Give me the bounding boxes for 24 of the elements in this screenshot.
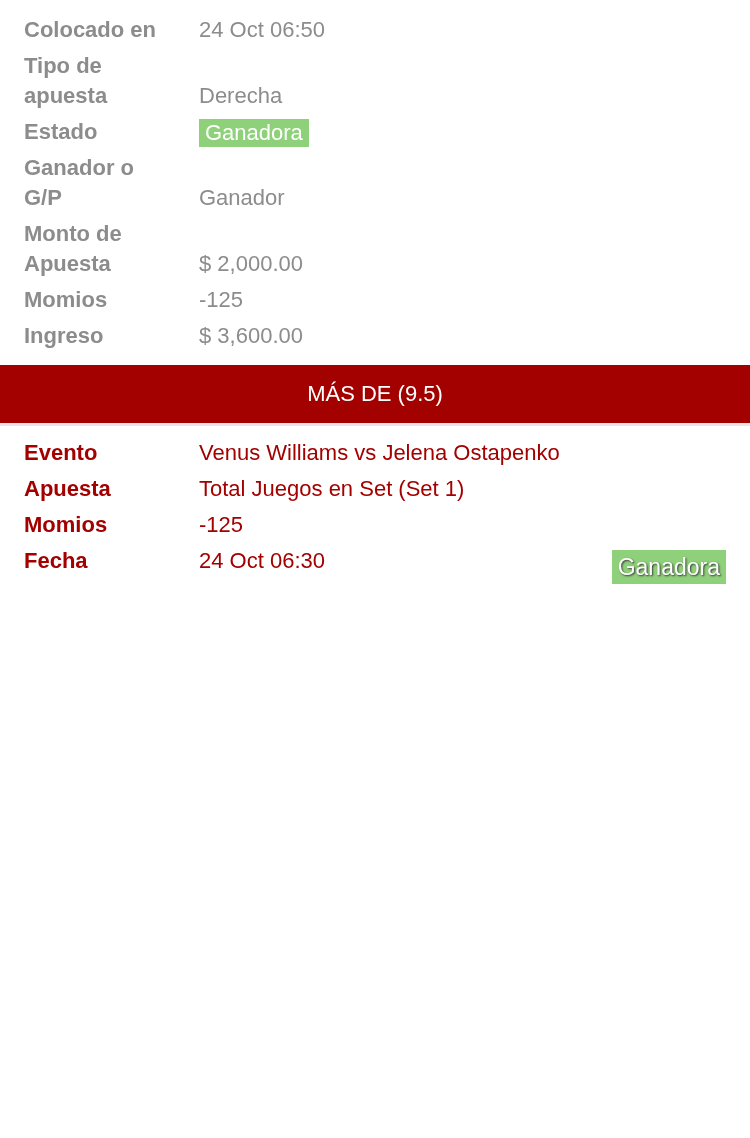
field-label: Apuesta [24,475,112,503]
field-label: Tipo de apuesta [24,52,109,110]
status-badge: Ganadora [611,550,726,584]
field-value: $ 2,000.00 [199,250,304,278]
field-label: Evento [24,439,99,467]
field-label: Colocado en [24,16,157,44]
field-label: Monto de Apuesta [24,220,123,278]
field-label: Momios [24,511,109,539]
field-value: Ganador [199,184,286,212]
field-label: Fecha [24,547,89,575]
field-value: -125 [199,286,245,314]
field-value: -125 [199,511,245,539]
field-label: Ingreso [24,322,105,350]
status-badge: Ganadora [199,119,309,147]
field-label: Ganador o G/P [24,154,135,212]
field-value: 24 Oct 06:30 [199,547,326,575]
field-value: 24 Oct 06:50 [199,16,326,44]
field-value: $ 3,600.00 [199,322,304,350]
field-label: Momios [24,286,109,314]
field-value: Venus Williams vs Jelena Ostapenko [199,439,561,467]
field-value: Total Juegos en Set (Set 1) [199,475,466,503]
field-value: Derecha [199,82,284,110]
selection-header: MÁS DE (9.5) [0,365,750,426]
field-label: Estado [24,118,99,146]
